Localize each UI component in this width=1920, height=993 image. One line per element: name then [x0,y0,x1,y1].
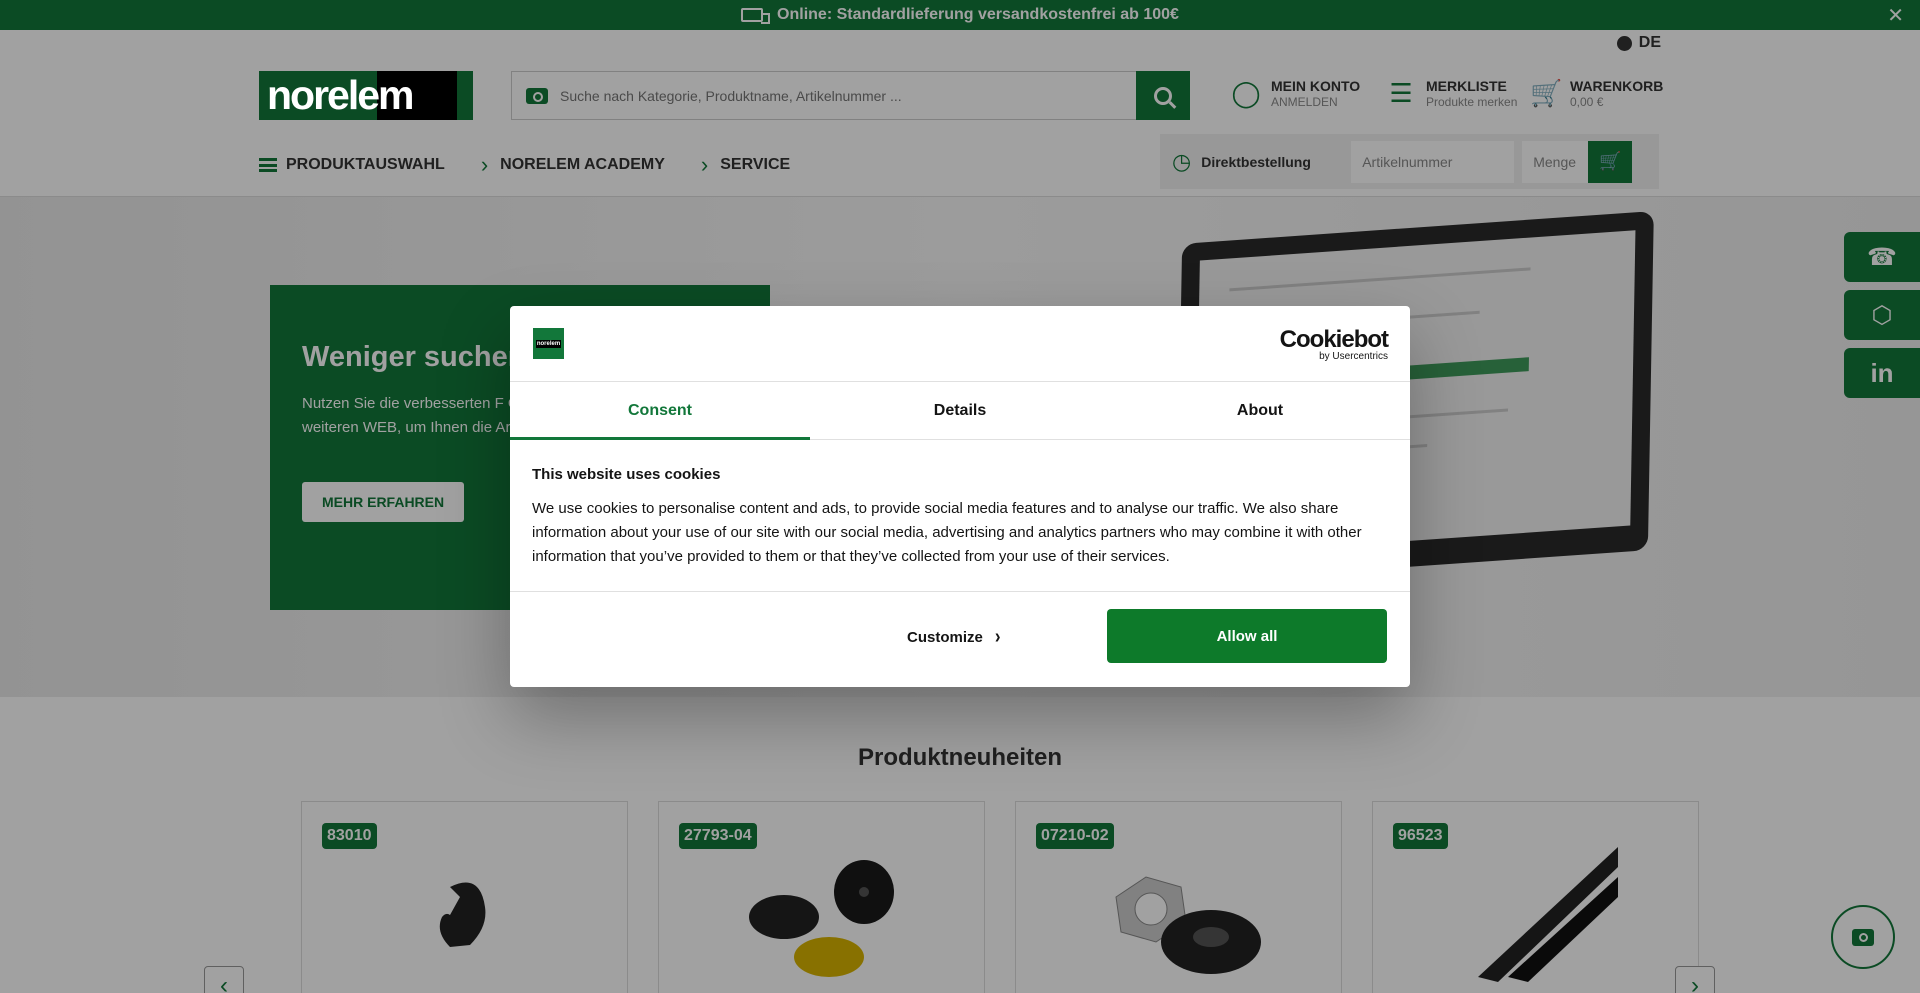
dialog-body: This website uses cookies We use cookies… [510,440,1410,592]
dialog-text: We use cookies to personalise content an… [532,500,1362,565]
dialog-tabs: Consent Details About [510,382,1410,440]
customize-button[interactable]: Customize › [907,625,1001,648]
dialog-footer: Customize › Allow all [510,592,1410,687]
logo-text: norelem [267,72,414,118]
cookiebot-logo[interactable]: Cookiebot by Usercentrics [1280,328,1389,362]
norelem-logo: norelem [533,328,564,359]
dialog-heading: This website uses cookies [532,466,721,483]
dialog-header: norelem Cookiebot by Usercentrics [510,306,1410,382]
allow-all-button[interactable]: Allow all [1107,609,1387,663]
tab-details[interactable]: Details [810,382,1110,439]
cookie-consent-dialog: norelem Cookiebot by Usercentrics Consen… [510,306,1410,687]
tab-about[interactable]: About [1110,382,1410,439]
customize-label: Customize [907,628,983,646]
tab-consent[interactable]: Consent [510,382,810,440]
chevron-right-icon: › [994,625,1001,648]
